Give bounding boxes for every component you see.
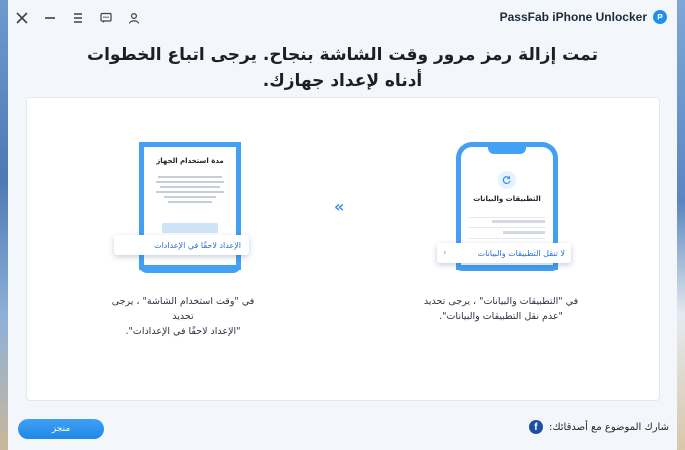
title-bar: PassFab iPhone Unlocker xyxy=(8,0,677,36)
window-controls xyxy=(14,10,142,26)
done-button[interactable]: منجز xyxy=(18,419,104,439)
setup-later-option: الإعداد لاحقًا في الإعدادات xyxy=(114,235,249,255)
screen-row xyxy=(469,231,545,234)
divider xyxy=(469,217,545,218)
screen-title: مدة استخدام الجهاز xyxy=(156,157,224,165)
caption-line: "الإعداد لاحقًا في الإعدادات". xyxy=(125,326,241,337)
share-bar: شارك الموضوع مع أصدقائك: f xyxy=(528,420,669,434)
caption-line: "عدم نقل التطبيقات والبيانات". xyxy=(439,311,563,322)
app-title: PassFab iPhone Unlocker xyxy=(499,10,647,24)
feedback-icon[interactable] xyxy=(98,10,114,26)
divider xyxy=(469,227,545,228)
share-label: شارك الموضوع مع أصدقائك: xyxy=(548,421,669,433)
close-icon[interactable] xyxy=(14,10,30,26)
screen-continue-button xyxy=(162,223,218,233)
chevron-left-icon: ‹ xyxy=(443,248,447,258)
callout-label: لا تنقل التطبيقات والبيانات xyxy=(477,248,565,258)
screen-description xyxy=(154,173,226,206)
dont-transfer-option: لا تنقل التطبيقات والبيانات ‹ xyxy=(437,243,571,263)
account-icon[interactable] xyxy=(126,10,142,26)
app-brand: PassFab iPhone Unlocker xyxy=(500,10,667,24)
passfab-logo-icon xyxy=(653,10,667,24)
divider xyxy=(469,238,545,239)
step-caption-screen-time: في "وقت استخدام الشاشة" ، يرجى تحديد "ال… xyxy=(103,294,263,339)
phone-frame-bottom xyxy=(456,265,558,271)
apps-data-icon xyxy=(498,171,516,189)
menu-icon[interactable] xyxy=(70,10,86,26)
caption-line: في "التطبيقات والبيانات" ، يرجى تحديد xyxy=(423,296,579,307)
double-chevron-left-icon: « xyxy=(334,197,345,216)
minimize-icon[interactable] xyxy=(42,10,58,26)
callout-label: الإعداد لاحقًا في الإعدادات xyxy=(154,240,241,250)
screen-title: التطبيقات والبيانات xyxy=(473,195,541,203)
page-title: تمت إزالة رمز مرور وقت الشاشة بنجاح. يرج… xyxy=(87,45,598,91)
app-window: PassFab iPhone Unlocker تمت إزالة رمز مر… xyxy=(8,0,677,450)
caption-line: في "وقت استخدام الشاشة" ، يرجى تحديد xyxy=(111,296,255,322)
screen-row xyxy=(469,220,545,223)
facebook-icon[interactable]: f xyxy=(528,420,543,434)
step-caption-apps-data: في "التطبيقات والبيانات" ، يرجى تحديد "ع… xyxy=(421,294,581,324)
phone-frame-bottom xyxy=(139,265,241,273)
phone-notch xyxy=(488,147,526,154)
instructions-card: التطبيقات والبيانات لا تنقل التطبيقات وا… xyxy=(27,98,659,400)
